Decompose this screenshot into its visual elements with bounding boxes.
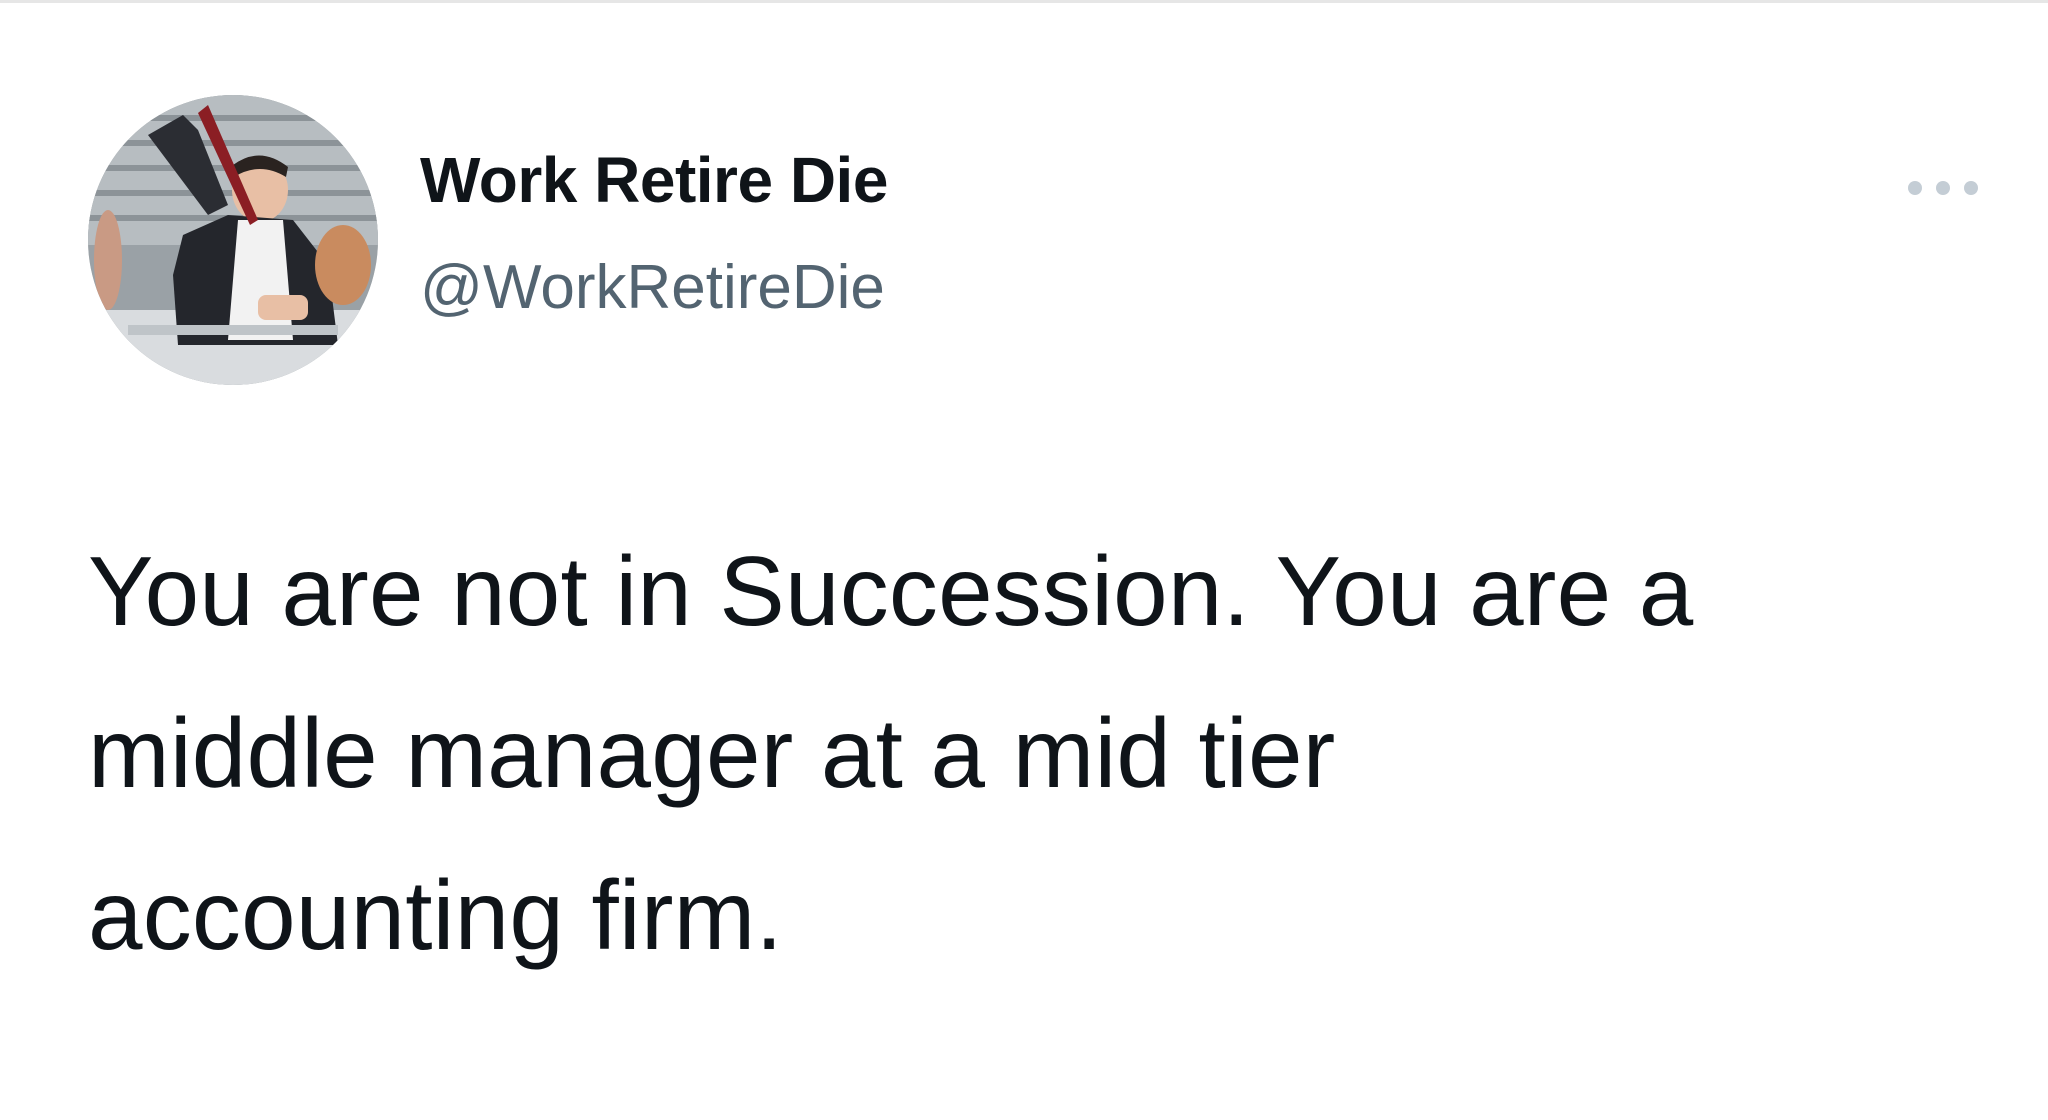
author-avatar[interactable] (88, 95, 378, 385)
author-display-name[interactable]: Work Retire Die (420, 148, 888, 212)
author-handle[interactable]: @WorkRetireDie (420, 257, 885, 319)
more-options-button[interactable] (1898, 168, 1988, 208)
tweet-text-line: middle manager at a mid tier (88, 698, 1336, 808)
tweet-text: You are not in Succession. You are a mid… (88, 510, 2008, 996)
avatar-photo-icon (88, 95, 378, 385)
tweet-text-line: accounting firm. (88, 860, 783, 970)
more-options-icon (1908, 181, 1978, 195)
tweet-card: Work Retire Die @WorkRetireDie You are n… (0, 0, 2048, 1120)
tweet-text-line: You are not in Succession. You are a (88, 536, 1694, 646)
